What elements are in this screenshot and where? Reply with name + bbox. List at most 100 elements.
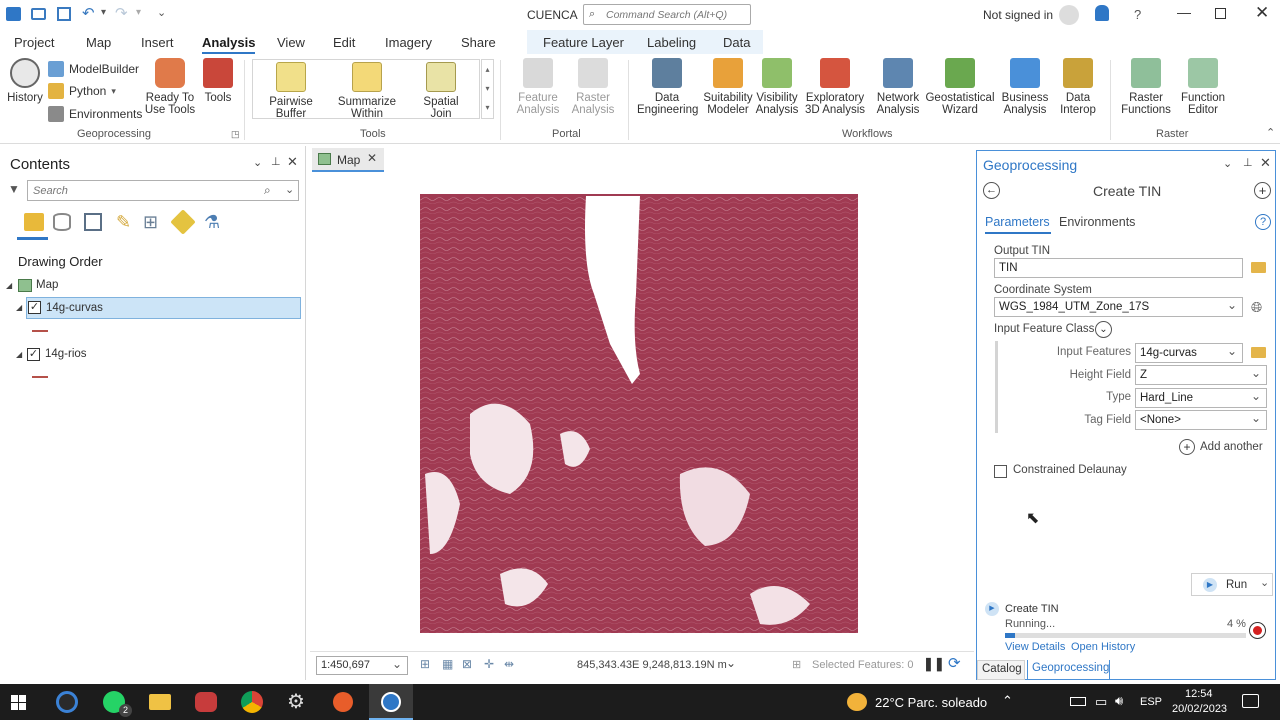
chrome-icon[interactable] (241, 691, 263, 713)
settings-icon[interactable]: ⚙ (287, 689, 305, 714)
contents-search-input[interactable]: Search ⌕ ⌄ (27, 180, 299, 201)
tab-project[interactable]: Project (14, 35, 54, 50)
list-by-selection-icon[interactable] (84, 213, 102, 231)
pin-icon[interactable]: ⊥ (271, 155, 281, 168)
grid-icon[interactable]: ▦ (442, 657, 453, 671)
command-search-input[interactable]: ⌕ Command Search (Alt+Q) (583, 4, 751, 25)
help-button[interactable]: ? (1134, 7, 1141, 22)
pairwise-buffer-button[interactable]: Pairwise Buffer (262, 62, 320, 120)
summarize-within-button[interactable]: Summarize Within (336, 62, 398, 120)
arcgis-pro-taskbar-button[interactable] (369, 684, 413, 720)
layer-symbol-line[interactable] (32, 376, 48, 378)
raster-analysis-button[interactable]: Raster Analysis (566, 58, 620, 116)
minimize-button[interactable]: — (1177, 4, 1191, 20)
fixed-zoom-icon[interactable]: ⊞ (420, 657, 430, 671)
python-button[interactable]: Python ▾ (48, 83, 116, 99)
layer-row-14g-rios[interactable]: ✓ 14g-rios (26, 344, 226, 366)
back-arrow-icon[interactable]: ← (983, 182, 1000, 199)
tools-button[interactable]: Tools (200, 58, 236, 104)
help-icon[interactable]: ? (1255, 214, 1271, 230)
tab-feature-layer[interactable]: Feature Layer (543, 35, 624, 50)
windows-start-icon[interactable] (11, 695, 26, 710)
exploratory-3d-analysis-button[interactable]: Exploratory 3D Analysis (803, 58, 867, 116)
pane-menu-icon[interactable]: ⌄ (1223, 157, 1232, 170)
type-dropdown[interactable]: Hard_Line (1135, 388, 1267, 408)
tab-imagery[interactable]: Imagery (385, 35, 432, 50)
customize-qat-icon[interactable]: ⌄ (157, 6, 166, 19)
collapse-ribbon-icon[interactable]: ⌃ (1266, 126, 1275, 139)
signin-label[interactable]: Not signed in (983, 8, 1053, 22)
geostatistical-wizard-button[interactable]: Geostatistical Wizard (924, 58, 996, 116)
input-features-dropdown[interactable]: 14g-curvas (1135, 343, 1243, 363)
scale-dropdown[interactable]: 1:450,697 (316, 656, 408, 675)
ready-to-use-tools-button[interactable]: Ready To Use Tools (142, 58, 198, 116)
function-editor-button[interactable]: Function Editor (1178, 58, 1228, 116)
add-another-button[interactable]: + Add another (1179, 439, 1263, 455)
filter-icon[interactable]: ▼ (8, 182, 20, 196)
globe-icon[interactable]: 🌐︎ (1251, 299, 1262, 316)
open-history-link[interactable]: Open History (1071, 641, 1135, 653)
constrained-delaunay-checkbox[interactable] (994, 465, 1007, 478)
expand-arrow-icon[interactable]: ◢ (16, 350, 22, 359)
list-by-snapping-icon[interactable]: ⊞ (143, 212, 158, 233)
weather-text[interactable]: 22°C Parc. soleado (875, 695, 987, 710)
battery-icon[interactable] (1070, 697, 1086, 706)
app-icon[interactable] (195, 692, 217, 712)
map-item-label[interactable]: Map (36, 279, 58, 291)
network-analysis-button[interactable]: Network Analysis (870, 58, 926, 116)
layer-symbol-line[interactable] (32, 330, 48, 332)
notification-bell-icon[interactable] (1095, 5, 1109, 21)
list-by-editing-icon[interactable]: ✎ (116, 212, 131, 233)
clock-time[interactable]: 12:54 (1185, 688, 1213, 700)
close-pane-icon[interactable]: ✕ (1260, 155, 1271, 171)
browse-folder-icon[interactable] (1251, 262, 1266, 273)
business-analysis-button[interactable]: Business Analysis (998, 58, 1052, 116)
tab-view[interactable]: View (277, 35, 305, 50)
coordinate-format-dropdown[interactable]: ⌄ (726, 656, 736, 670)
environments-button[interactable]: Environments (48, 106, 142, 122)
data-interop-button[interactable]: Data Interop (1057, 58, 1099, 116)
expand-arrow-icon[interactable]: ◢ (6, 281, 12, 290)
history-button[interactable]: History (4, 58, 46, 104)
navigator-icon[interactable]: ⇹ (504, 657, 514, 671)
redo-icon[interactable]: ↷ (115, 4, 128, 22)
map-tab[interactable]: Map ✕ (312, 148, 384, 172)
tag-field-dropdown[interactable]: <None> (1135, 410, 1267, 430)
height-field-dropdown[interactable]: Z (1135, 365, 1267, 385)
cancel-run-button[interactable] (1249, 622, 1266, 639)
visibility-analysis-button[interactable]: Visibility Analysis (752, 58, 802, 116)
data-engineering-button[interactable]: Data Engineering (637, 58, 698, 116)
user-avatar-icon[interactable] (1059, 5, 1079, 25)
feature-analysis-button[interactable]: Feature Analysis (511, 58, 565, 116)
dialog-launcher-icon[interactable]: ◳ (231, 129, 240, 140)
list-by-labeling-icon[interactable] (170, 209, 196, 235)
app-icon[interactable] (333, 692, 353, 712)
pane-menu-icon[interactable]: ⌄ (253, 156, 262, 169)
pause-drawing-button[interactable]: ❚❚ (923, 656, 945, 672)
gallery-scroll[interactable]: ▴ ▾ ▾ (481, 59, 494, 119)
obs-icon[interactable] (56, 691, 78, 713)
chevron-down-icon[interactable]: ⌄ (285, 183, 294, 196)
file-explorer-icon[interactable] (149, 694, 171, 710)
suitability-modeler-button[interactable]: Suitability Modeler (700, 58, 756, 116)
save-icon[interactable] (57, 7, 71, 21)
browse-folder-icon[interactable] (1251, 347, 1266, 358)
tab-geoprocessing[interactable]: Geoprocessing (1027, 660, 1110, 680)
tab-parameters[interactable]: Parameters (985, 215, 1050, 229)
tab-data[interactable]: Data (723, 35, 750, 50)
tab-labeling[interactable]: Labeling (647, 35, 696, 50)
list-by-drawing-order-icon[interactable] (24, 213, 44, 231)
layer-row-14g-curvas[interactable]: ✓ 14g-curvas (26, 297, 301, 319)
tab-analysis[interactable]: Analysis (202, 35, 256, 55)
undo-icon[interactable]: ↶ (82, 4, 95, 22)
run-button[interactable]: ▶ Run ⌄ (1191, 573, 1273, 596)
raster-functions-button[interactable]: Raster Functions (1116, 58, 1176, 116)
crosshair-icon[interactable]: ✛ (484, 657, 494, 671)
open-folder-icon[interactable] (31, 8, 46, 20)
coordinate-system-dropdown[interactable]: WGS_1984_UTM_Zone_17S (994, 297, 1243, 317)
close-tab-icon[interactable]: ✕ (367, 151, 377, 165)
expand-arrow-icon[interactable]: ◢ (16, 303, 22, 312)
output-tin-input[interactable]: TIN (994, 258, 1243, 278)
close-pane-icon[interactable]: ✕ (287, 154, 298, 170)
progress-expand-icon[interactable]: ▶ (985, 602, 999, 616)
